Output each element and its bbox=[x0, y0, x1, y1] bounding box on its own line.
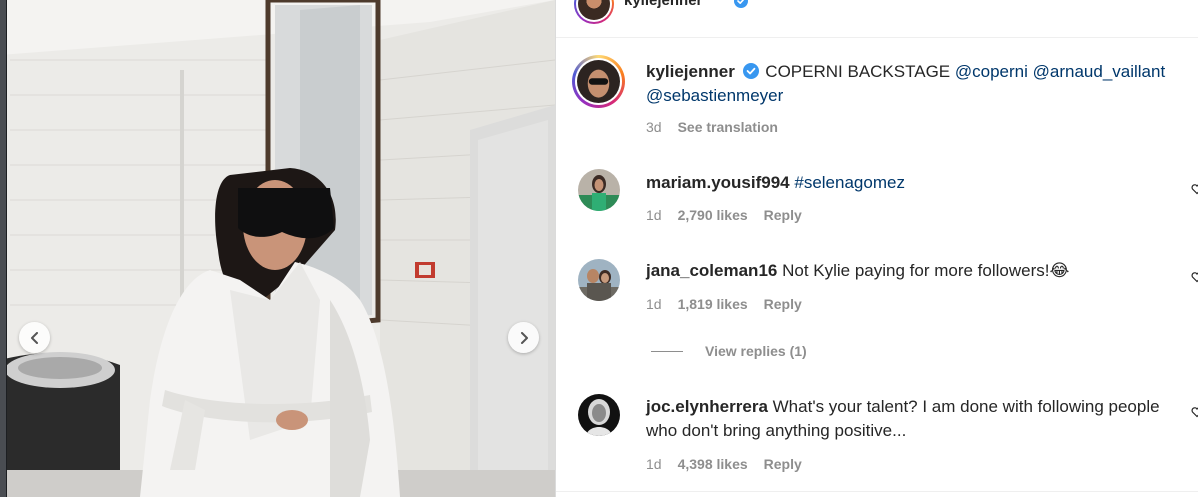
hashtag-link[interactable]: #selenagomez bbox=[794, 173, 905, 192]
caption-username[interactable]: kyliejenner bbox=[646, 62, 735, 81]
header-avatar[interactable] bbox=[574, 0, 614, 24]
next-slide-button[interactable] bbox=[508, 322, 539, 353]
replies-divider bbox=[651, 350, 683, 352]
comment-text: mariam.yousif994 #selenagomez bbox=[646, 171, 1186, 195]
comment-text: jana_coleman16 Not Kylie paying for more… bbox=[646, 259, 1186, 283]
header-username[interactable]: kyliejenner bbox=[624, 0, 702, 9]
comment-meta: 1d 2,790 likes Reply bbox=[646, 207, 802, 223]
comment-body: Not Kylie paying for more followers! bbox=[782, 261, 1050, 280]
comment-text: joc.elynherrera What's your talent? I am… bbox=[646, 395, 1186, 443]
commenter-avatar[interactable] bbox=[578, 259, 620, 301]
mention-link[interactable]: @coperni bbox=[955, 62, 1028, 81]
post-photo bbox=[0, 0, 555, 497]
author-avatar[interactable] bbox=[572, 55, 625, 108]
chevron-left-icon bbox=[30, 331, 38, 344]
previous-slide-button[interactable] bbox=[19, 322, 50, 353]
reply-button[interactable]: Reply bbox=[764, 456, 802, 472]
comment-time[interactable]: 1d bbox=[646, 207, 662, 223]
chevron-right-icon bbox=[520, 331, 528, 344]
caption-meta: 3d See translation bbox=[646, 119, 778, 135]
comment-username[interactable]: joc.elynherrera bbox=[646, 397, 768, 416]
verified-badge-icon bbox=[742, 63, 759, 79]
commenter-avatar[interactable] bbox=[578, 394, 620, 436]
comment-time[interactable]: 1d bbox=[646, 296, 662, 312]
caption-text: kyliejenner COPERNI BACKSTAGE @coperni @… bbox=[646, 60, 1186, 108]
caption-body: COPERNI BACKSTAGE bbox=[765, 62, 951, 81]
caption-time[interactable]: 3d bbox=[646, 119, 662, 135]
comments-panel: kyliejenner kyliejenner COPERNI BACKSTAG… bbox=[555, 0, 1198, 497]
comment-likes[interactable]: 2,790 likes bbox=[678, 207, 748, 223]
view-replies-button[interactable]: View replies (1) bbox=[651, 343, 807, 359]
media-frame-edge-inner bbox=[6, 0, 7, 497]
commenter-avatar[interactable] bbox=[578, 169, 620, 211]
see-translation-button[interactable]: See translation bbox=[678, 119, 778, 135]
reply-button[interactable]: Reply bbox=[764, 296, 802, 312]
post-media[interactable] bbox=[0, 0, 555, 497]
comment-username[interactable]: jana_coleman16 bbox=[646, 261, 777, 280]
laughing-emoji: 😂 bbox=[1049, 261, 1070, 280]
comment-likes[interactable]: 1,819 likes bbox=[678, 296, 748, 312]
verified-badge-icon bbox=[734, 0, 748, 8]
panel-divider bbox=[556, 491, 1198, 492]
comment-meta: 1d 1,819 likes Reply bbox=[646, 296, 802, 312]
mention-link[interactable]: @arnaud_vaillant bbox=[1033, 62, 1166, 81]
heart-icon[interactable] bbox=[1191, 406, 1198, 418]
view-replies-label: View replies (1) bbox=[705, 343, 807, 359]
heart-icon[interactable] bbox=[1191, 183, 1198, 195]
mention-link[interactable]: @sebastienmeyer bbox=[646, 86, 783, 105]
comment-time[interactable]: 1d bbox=[646, 456, 662, 472]
comment-meta: 1d 4,398 likes Reply bbox=[646, 456, 802, 472]
post-header: kyliejenner bbox=[556, 0, 1198, 38]
heart-icon[interactable] bbox=[1191, 271, 1198, 283]
reply-button[interactable]: Reply bbox=[764, 207, 802, 223]
comment-likes[interactable]: 4,398 likes bbox=[678, 456, 748, 472]
comment-username[interactable]: mariam.yousif994 bbox=[646, 173, 790, 192]
